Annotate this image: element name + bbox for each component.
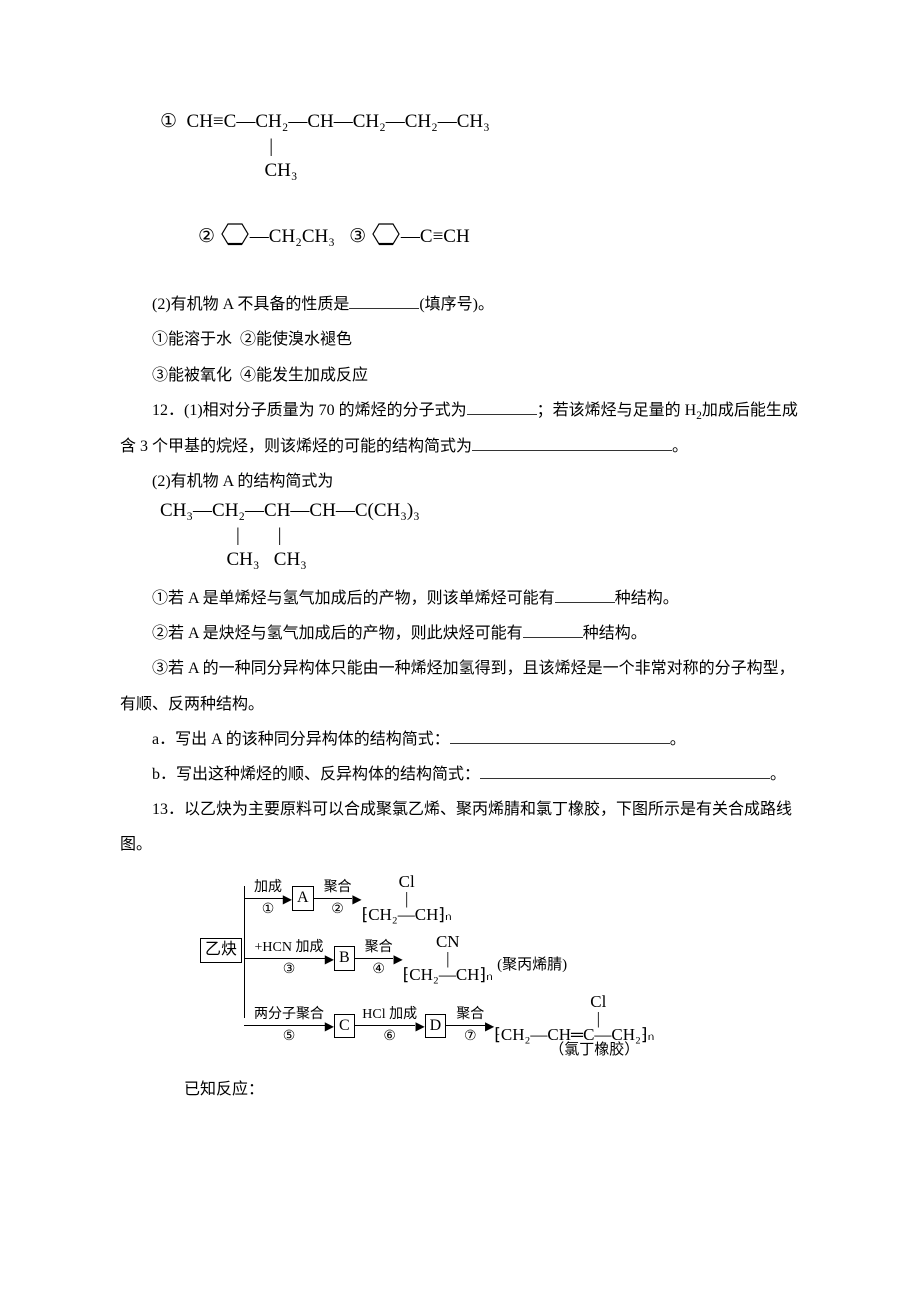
- scheme-row-2: +HCN 加成 ▶ ③ B 聚合 ▶ ④ CN | ⁅CH₂—: [244, 932, 567, 984]
- arrow-5: 两分子聚合 ▶ ⑤: [244, 1007, 334, 1044]
- q11-opt2-prefix: ②: [198, 226, 220, 247]
- arrow-4: 聚合 ▶ ④: [355, 940, 403, 977]
- q12-formula-l2: | |: [160, 524, 800, 549]
- q11-part2: (2)有机物 A 不具备的性质是 (填序号)。: [120, 287, 800, 322]
- node-D: D: [425, 1014, 447, 1038]
- arrow-7: 聚合 ▶ ⑦: [446, 1007, 494, 1044]
- q11-opt-4: ④能发生加成反应: [240, 367, 368, 384]
- q11-opt-1: ①能溶于水: [152, 331, 232, 348]
- q12-formula-l3: CH₃ CH₃: [160, 548, 800, 573]
- arrow-5-top: 两分子聚合: [254, 1007, 324, 1022]
- fill-blank[interactable]: [450, 725, 670, 744]
- product-1-group: Cl | ⁅CH₂—CH⁆ₙ: [362, 874, 452, 922]
- node-A: A: [292, 886, 314, 910]
- q12-sa: a．写出 A 的该种同分异构体的结构简式：: [152, 731, 450, 748]
- q11-opt23-row: ② —CH₂CH₃ ③ —C≡CH: [160, 196, 800, 279]
- fill-blank[interactable]: [480, 760, 770, 779]
- fill-blank[interactable]: [555, 584, 615, 603]
- fill-blank[interactable]: [467, 396, 537, 415]
- q12-part1: 12．(1)相对分子质量为 70 的烯烃的分子式为；若该烯烃与足量的 H2加成后…: [120, 393, 800, 464]
- q12-sb: b．写出这种烯烃的顺、反异构体的结构简式：: [152, 766, 480, 783]
- arrow-3: +HCN 加成 ▶ ③: [244, 940, 334, 977]
- product-3-group: Cl | ⁅CH₂—CH═C—CH₂⁆ₙ （氯丁橡胶）: [494, 994, 654, 1057]
- q12-s2a: ②若 A 是炔烃与氢气加成后的产物，则此炔烃可能有: [152, 625, 523, 642]
- q12-sub-b: b．写出这种烯烃的顺、反异构体的结构简式：。: [120, 757, 800, 792]
- product-2-main: ⁅CH₂—CH⁆ₙ: [403, 967, 493, 983]
- arrow-6-top: HCl 加成: [362, 1007, 417, 1022]
- scheme-row-3: 两分子聚合 ▶ ⑤ C HCl 加成 ▶ ⑥ D 聚合 ▶ ⑦: [244, 992, 654, 1059]
- product-3-name: （氯丁橡胶）: [549, 1043, 639, 1057]
- product-2-group: CN | ⁅CH₂—CH⁆ₙ: [403, 934, 493, 982]
- q11-part2-suffix: (填序号)。: [419, 296, 494, 313]
- q11-options-top: ① CH≡C—CH₂—CH—CH₂—CH₂—CH₃ | CH₃ ② —CH₂CH…: [120, 110, 800, 279]
- arrow-1-bot: ①: [262, 902, 275, 917]
- q12-s1b: 种结构。: [615, 590, 679, 607]
- q11-opt2-tail: —CH₂CH₃: [250, 226, 335, 247]
- q11-part2-opts34: ③能被氧化 ④能发生加成反应: [120, 358, 800, 393]
- scheme-row-1: 加成 ▶ ① A 聚合 ▶ ② Cl | ⁅CH₂—CH⁆ₙ: [244, 872, 452, 924]
- product-2: CN | ⁅CH₂—CH⁆ₙ (聚丙烯腈): [403, 934, 567, 982]
- q12-s1a: ①若 A 是单烯烃与氢气加成后的产物，则该单烯烃可能有: [152, 590, 555, 607]
- q11-opt1-line1: ① CH≡C—CH₂—CH—CH₂—CH₂—CH₃: [160, 110, 800, 135]
- arrow-2-top: 聚合: [324, 880, 352, 895]
- arrow-2-bot: ②: [331, 902, 344, 917]
- q11-opt3-tail: —C≡CH: [401, 226, 470, 247]
- q12-part2-head: (2)有机物 A 的结构简式为: [120, 464, 800, 499]
- q12-p1d: 。: [672, 438, 688, 455]
- hexagon-icon: [371, 221, 401, 255]
- fill-blank[interactable]: [349, 291, 419, 310]
- arrow-4-bot: ④: [372, 962, 385, 977]
- arrow-7-bot: ⑦: [464, 1029, 477, 1044]
- q13-intro: 13．以乙炔为主要原料可以合成聚氯乙烯、聚丙烯腈和氯丁橡胶，下图所示是有关合成路…: [120, 792, 800, 862]
- node-B: B: [334, 946, 355, 970]
- q12-formula-A: CH₃—CH₂—CH—CH—C(CH₃)₃ | | CH₃ CH₃: [120, 499, 800, 573]
- arrow-1-top: 加成: [254, 880, 282, 895]
- q11-opt-2: ②能使溴水褪色: [240, 331, 352, 348]
- arrow-3-bot: ③: [283, 962, 296, 977]
- q12-p1a: 12．(1)相对分子质量为 70 的烯烃的分子式为: [152, 402, 467, 419]
- product-1: Cl | ⁅CH₂—CH⁆ₙ: [362, 874, 452, 922]
- product-3: Cl | ⁅CH₂—CH═C—CH₂⁆ₙ （氯丁橡胶）: [494, 994, 654, 1057]
- hexagon-icon: [220, 221, 250, 255]
- arrow-4-top: 聚合: [365, 940, 393, 955]
- arrow-7-top: 聚合: [456, 1007, 484, 1022]
- q12-p1b: ；若该烯烃与足量的 H: [537, 402, 697, 419]
- start-node: 乙炔: [200, 938, 242, 962]
- q12-sub2: ②若 A 是炔烃与氢气加成后的产物，则此炔烃可能有 种结构。: [120, 616, 800, 651]
- q11-opt1-line3: CH₃: [160, 159, 800, 184]
- q12-sub-a: a．写出 A 的该种同分异构体的结构简式：。: [120, 722, 800, 757]
- q11-part2-prefix: (2)有机物 A 不具备的性质是: [152, 296, 349, 313]
- q12-sub1: ①若 A 是单烯烃与氢气加成后的产物，则该单烯烃可能有 种结构。: [120, 581, 800, 616]
- arrow-2: 聚合 ▶ ②: [314, 880, 362, 917]
- q12-s2b: 种结构。: [583, 625, 647, 642]
- synthesis-scheme: 乙炔 加成 ▶ ① A 聚合 ▶ ②: [200, 862, 800, 1052]
- product-2-name: (聚丙烯腈): [497, 957, 567, 973]
- fill-blank[interactable]: [472, 432, 672, 451]
- arrow-1: 加成 ▶ ①: [244, 880, 292, 917]
- arrow-6: HCl 加成 ▶ ⑥: [355, 1007, 425, 1044]
- q11-opt3-prefix: ③: [335, 226, 371, 247]
- q12-formula-l1: CH₃—CH₂—CH—CH—C(CH₃)₃: [160, 499, 800, 524]
- arrow-3-top: +HCN 加成: [255, 940, 324, 955]
- arrow-6-bot: ⑥: [383, 1029, 396, 1044]
- q13-known: 已知反应：: [120, 1072, 800, 1107]
- node-C: C: [334, 1014, 355, 1038]
- q11-part2-opts12: ①能溶于水 ②能使溴水褪色: [120, 322, 800, 357]
- product-1-main: ⁅CH₂—CH⁆ₙ: [362, 907, 452, 923]
- q11-opt-3: ③能被氧化: [152, 367, 232, 384]
- product-3-main: ⁅CH₂—CH═C—CH₂⁆ₙ: [494, 1027, 654, 1043]
- q11-opt1-line2: |: [160, 135, 800, 160]
- arrow-5-bot: ⑤: [283, 1029, 296, 1044]
- q12-sub3: ③若 A 的一种同分异构体只能由一种烯烃加氢得到，且该烯烃是一个非常对称的分子构…: [120, 651, 800, 721]
- fill-blank[interactable]: [523, 620, 583, 639]
